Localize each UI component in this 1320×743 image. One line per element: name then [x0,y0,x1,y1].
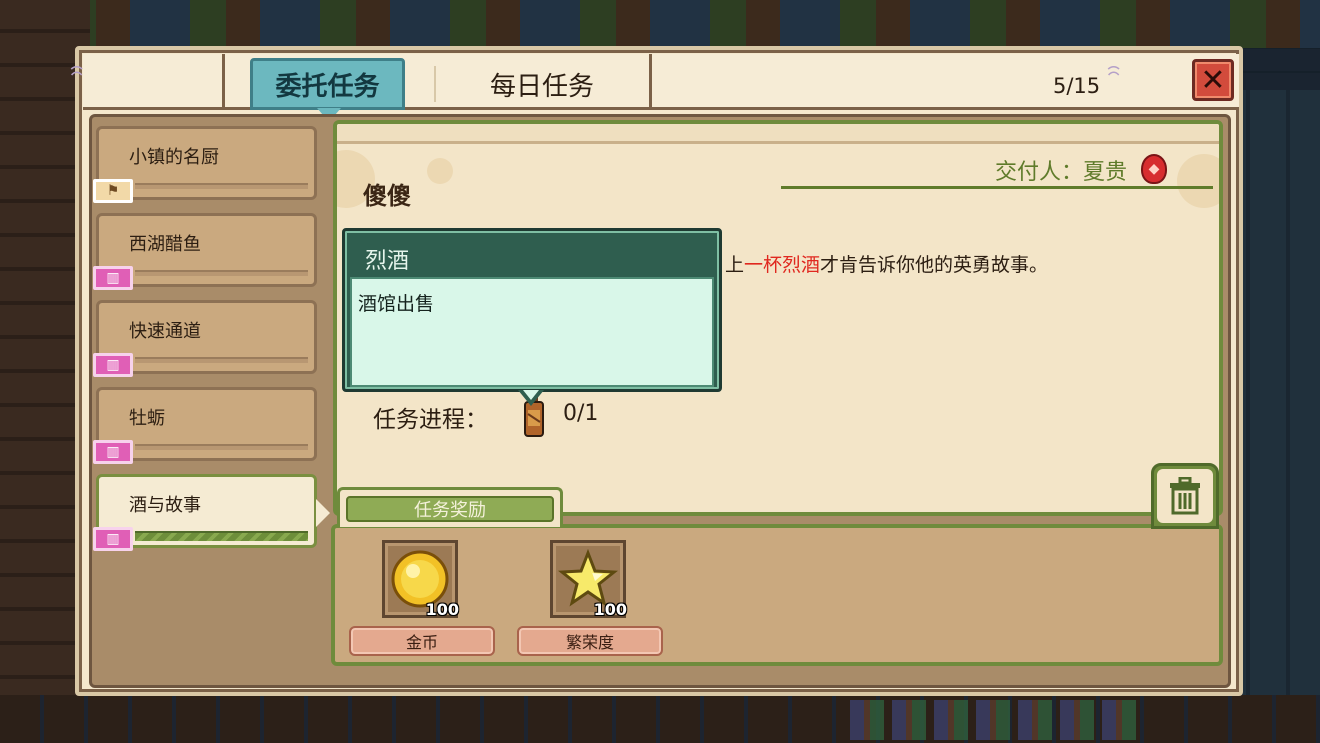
building-icon: ▥ [93,353,133,377]
detail-topbar [337,124,1219,144]
tooltip-title: 烈酒 [365,249,410,274]
giver-badge-icon: ◆ [1141,154,1167,184]
trash-icon [1170,477,1200,515]
reward-quantity: 100 [425,600,459,619]
quest-item-bar [135,444,308,450]
tooltip-body: 酒馆出售 [350,277,714,387]
background-shelves-top [0,0,1320,48]
tab-divider-left [222,54,225,110]
quest-title: 傻傻 [363,182,411,210]
quest-item[interactable]: 小镇的名厨 ⚑ [93,126,317,203]
quest-description: 上一杯烈酒才肯告诉你他的英勇故事。 [725,250,1048,277]
description-pre: 上 [725,254,745,276]
decor-dot [1177,154,1219,208]
flag-icon: ⚑ [93,179,133,203]
reward-name: 金币 [349,626,495,656]
tooltip-tail-inner [523,390,539,400]
quest-item-label: 小镇的名厨 [129,147,219,168]
decor-dot [427,158,453,184]
progress-value: 0/1 [563,401,599,426]
building-icon: ▥ [93,440,133,464]
progress-label: 任务进程： [373,407,488,433]
quest-item[interactable]: 牡蛎 ▥ [93,387,317,464]
tooltip-text: 酒馆出售 [358,293,435,315]
building-icon: ▥ [93,527,133,551]
quest-item-selected[interactable]: 酒与故事 ▥ [93,474,330,551]
quest-item-label: 牡蛎 [129,408,165,429]
building-icon: ▥ [93,266,133,290]
reward-quantity: 100 [593,600,627,619]
item-tooltip: 烈酒 酒馆出售 [342,228,722,392]
abandon-quest-button[interactable] [1151,463,1219,529]
tab-commission[interactable]: 委托任务 [250,58,405,110]
quest-item-label: 西湖醋鱼 [129,234,201,255]
trash-button-inner [1157,469,1213,523]
description-highlight[interactable]: 一杯烈酒 [744,254,820,276]
quest-item-bar [135,531,308,541]
description-post: 才肯告诉你他的英勇故事。 [820,254,1049,276]
tab-divider-right [649,54,652,110]
quest-item-label: 酒与故事 [129,495,201,516]
quest-item[interactable]: 西湖醋鱼 ▥ [93,213,317,290]
quest-item[interactable]: 快速通道 ▥ [93,300,317,377]
reward-tab-label: 任务奖励 [346,496,554,522]
reward-area: 100 金币 100 繁荣度 [331,524,1223,666]
quest-item-bar [135,357,308,363]
reward-name: 繁荣度 [517,626,663,656]
reward-tab: 任务奖励 [337,487,563,527]
close-icon: ✕ [1200,62,1226,98]
tab-daily[interactable]: 每日任务 [435,58,649,110]
reward-slot-gold[interactable]: 100 [382,540,459,619]
quest-giver: 交付人：夏贵 [994,160,1127,185]
quest-count: 5/15 [1053,74,1101,98]
close-button[interactable]: ✕ [1192,59,1234,101]
quest-item-bar [135,183,308,189]
background-bottles [850,700,1140,740]
quest-item-label: 快速通道 [129,321,201,342]
quest-item-bar [135,270,308,276]
giver-underline [781,186,1213,189]
reward-slot-prosperity[interactable]: 100 [550,540,627,619]
